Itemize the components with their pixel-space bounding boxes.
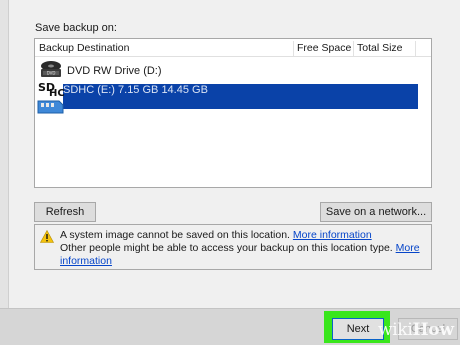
window-left-edge bbox=[0, 0, 9, 345]
watermark-wiki: wiki bbox=[378, 320, 413, 340]
column-free-space[interactable]: Free Space bbox=[297, 42, 351, 54]
dvd-drive-icon: DVD bbox=[41, 61, 61, 77]
save-backup-heading: Save backup on: bbox=[35, 22, 117, 34]
free-space-value: 7.15 GB bbox=[118, 84, 159, 96]
total-size-value: 14.45 GB bbox=[161, 84, 208, 96]
sd-card-icon: SD HC bbox=[37, 81, 65, 114]
destination-name: DVD RW Drive (D:) bbox=[67, 65, 162, 77]
save-on-network-button[interactable]: Save on a network... bbox=[320, 202, 432, 222]
more-information-link[interactable]: information bbox=[60, 255, 112, 267]
info-message-box: A system image cannot be saved on this l… bbox=[34, 224, 432, 270]
dvd-icon-label: DVD bbox=[47, 71, 56, 76]
column-separator bbox=[415, 41, 416, 56]
refresh-button[interactable]: Refresh bbox=[34, 202, 96, 222]
watermark-how: How bbox=[412, 320, 454, 340]
info-text: Other people might be able to access you… bbox=[60, 242, 393, 254]
column-backup-destination[interactable]: Backup Destination bbox=[39, 42, 129, 54]
info-line-2: Other people might be able to access you… bbox=[60, 242, 420, 255]
column-header-row: Backup Destination Free Space Total Size bbox=[35, 39, 431, 57]
info-text: A system image cannot be saved on this l… bbox=[60, 229, 290, 241]
table-row-selected[interactable]: SDHC (E:) 7.15 GB 14.45 GB bbox=[63, 84, 418, 109]
info-line-3: information bbox=[60, 255, 112, 268]
table-row[interactable]: DVD RW Drive (D:) bbox=[35, 61, 431, 81]
info-line-1: A system image cannot be saved on this l… bbox=[60, 229, 372, 242]
column-separator bbox=[353, 41, 354, 56]
warning-icon bbox=[40, 230, 54, 243]
next-button[interactable]: Next bbox=[332, 318, 384, 340]
more-information-link[interactable]: More information bbox=[293, 229, 372, 241]
sd-icon-label-hc: HC bbox=[49, 88, 65, 99]
backup-destination-list[interactable]: Backup Destination Free Space Total Size… bbox=[34, 38, 432, 188]
column-total-size[interactable]: Total Size bbox=[357, 42, 403, 54]
wikihow-watermark: wikiHow bbox=[378, 320, 454, 340]
destination-name: SDHC (E:) bbox=[63, 84, 115, 96]
more-information-link[interactable]: More bbox=[396, 242, 420, 254]
column-separator bbox=[293, 41, 294, 56]
